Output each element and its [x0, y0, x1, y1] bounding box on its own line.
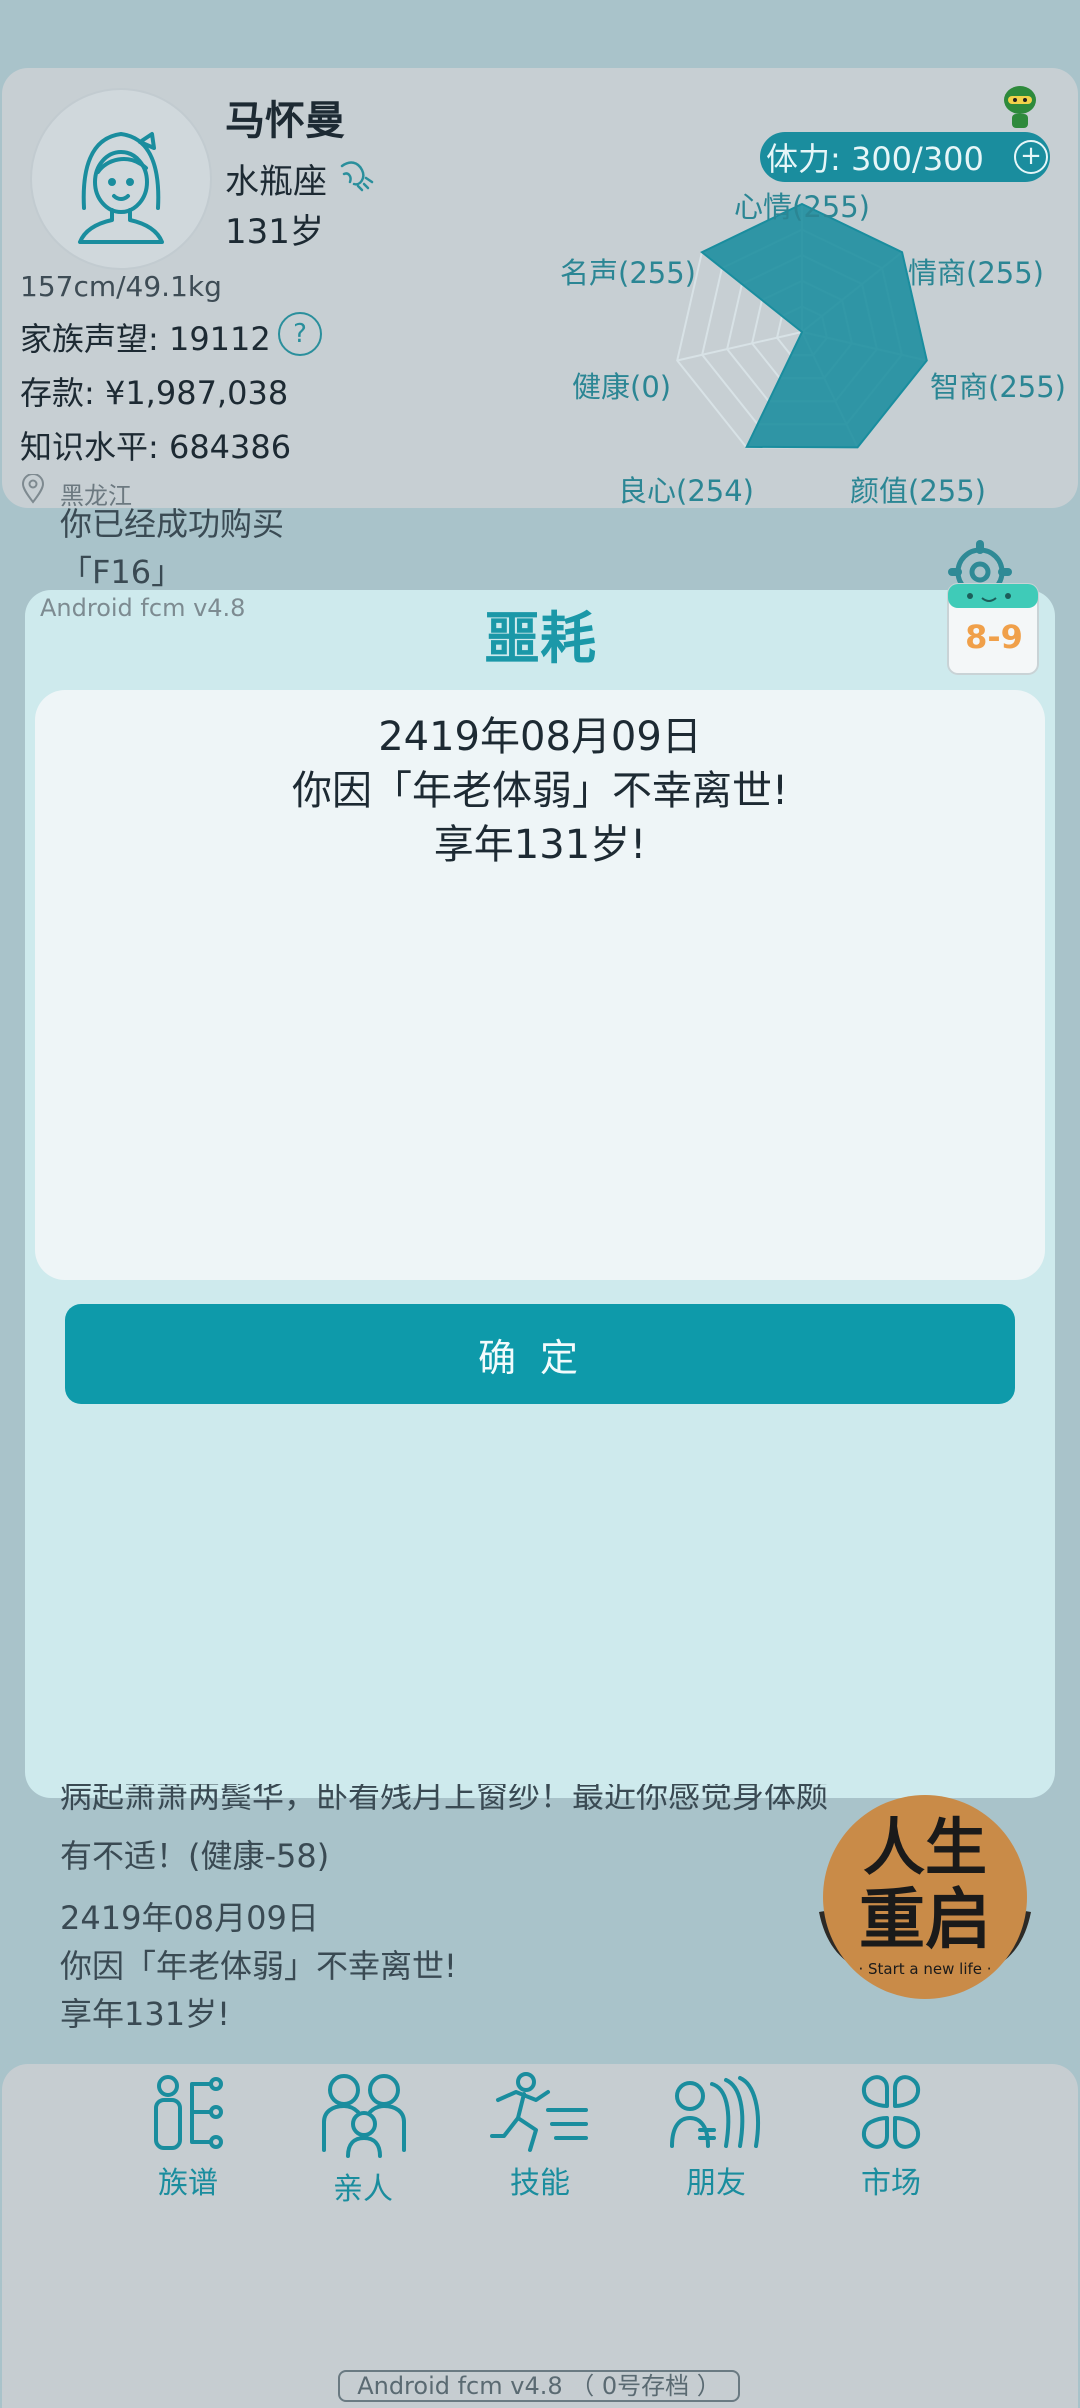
nav-label-market: 市场: [861, 2166, 921, 2201]
nav-item-family-tree[interactable]: 族谱: [113, 2070, 263, 2202]
log-line: 享年131岁!: [60, 1995, 230, 2033]
log-line: 有不适！(健康-58): [60, 1837, 330, 1875]
restart-life-button[interactable]: 人生 重启 · Start a new life ·: [805, 1792, 1045, 2002]
nav-item-skills[interactable]: 技能: [465, 2070, 615, 2202]
radar-label-conscience: 良心(254): [618, 474, 754, 508]
log-line: 「F16」: [60, 553, 184, 591]
radar-label-eq: 情商(255): [908, 256, 1044, 290]
restart-subtitle: · Start a new life ·: [858, 1960, 992, 1978]
character-name: 马怀曼: [225, 98, 345, 144]
mascot-icon[interactable]: [1000, 84, 1040, 132]
restart-title-line1: 人生: [862, 1811, 987, 1884]
nav-item-market[interactable]: 市场: [816, 2070, 966, 2202]
dialog-age-line: 享年131岁!: [433, 822, 647, 868]
friends-icon: [670, 2076, 761, 2148]
skills-icon: [490, 2072, 588, 2152]
radar-label-fame: 名声(255): [560, 256, 696, 290]
height-weight: 157cm/49.1kg: [20, 270, 222, 303]
family-tree-icon: [154, 2075, 223, 2150]
family-reputation: 家族声望: 19112: [20, 320, 271, 358]
log-date: 2419年08月09日: [60, 1899, 319, 1937]
footer-version-label: Android fcm v4.8 （ 0号存档 ）: [338, 2370, 740, 2402]
radar-label-iq: 智商(255): [930, 370, 1066, 404]
confirm-button[interactable]: 确定: [65, 1304, 1015, 1404]
knowledge-level: 知识水平: 684386: [20, 428, 292, 466]
help-icon-glyph: ?: [293, 319, 307, 349]
log-line: 病起萧萧两鬓华，卧看残月上窗纱！最近你感觉身体颇: [60, 1784, 880, 1820]
nav-label-skills: 技能: [510, 2166, 570, 2201]
character-age: 131岁: [225, 212, 324, 252]
nav-item-relatives[interactable]: 亲人: [288, 2070, 438, 2208]
market-icon: [862, 2075, 920, 2149]
relatives-icon: [322, 2074, 406, 2158]
dialog-message: 你因「年老体弱」不幸离世!: [291, 768, 789, 814]
stamina-label: 体力: 300/300: [766, 140, 984, 178]
radar-label-health: 健康(0): [572, 370, 672, 404]
restart-title-line2: 重启: [859, 1881, 991, 1958]
stamina-indicator: 体力: 300/300: [760, 132, 1050, 182]
location-pin-icon: [20, 473, 46, 504]
avatar[interactable]: [30, 88, 212, 270]
calendar-date: 8-9: [965, 618, 1023, 656]
dialog-title: 噩耗: [484, 607, 596, 672]
calendar-settings-icon[interactable]: 8-9: [944, 540, 1044, 680]
nav-label-relatives: 亲人: [333, 2172, 393, 2207]
confirm-button-label: 确定: [477, 1337, 602, 1380]
zodiac-sign: 水瓶座: [225, 162, 327, 202]
dialog-date: 2419年08月09日: [378, 714, 702, 760]
log-line: 你因「年老体弱」不幸离世!: [60, 1947, 457, 1985]
nav-label-family-tree: 族谱: [158, 2166, 218, 2201]
radar-label-looks: 颜值(255): [850, 474, 986, 508]
nav-item-friends[interactable]: 朋友: [641, 2070, 791, 2202]
savings: 存款: ¥1,987,038: [20, 374, 289, 412]
log-line: 你已经成功购买: [60, 505, 285, 543]
nav-label-friends: 朋友: [686, 2166, 746, 2201]
avatar-icon: [78, 132, 164, 244]
log-line-text: 病起萧萧两鬓华，卧看残月上窗纱！最近你感觉身体颇: [60, 1784, 829, 1815]
aquarius-icon: [336, 156, 378, 198]
help-icon[interactable]: ?: [278, 312, 322, 356]
add-stamina-button[interactable]: +: [1014, 140, 1048, 174]
radar-value-area: [700, 202, 928, 449]
radar-label-mood: 心情(255): [734, 190, 870, 224]
